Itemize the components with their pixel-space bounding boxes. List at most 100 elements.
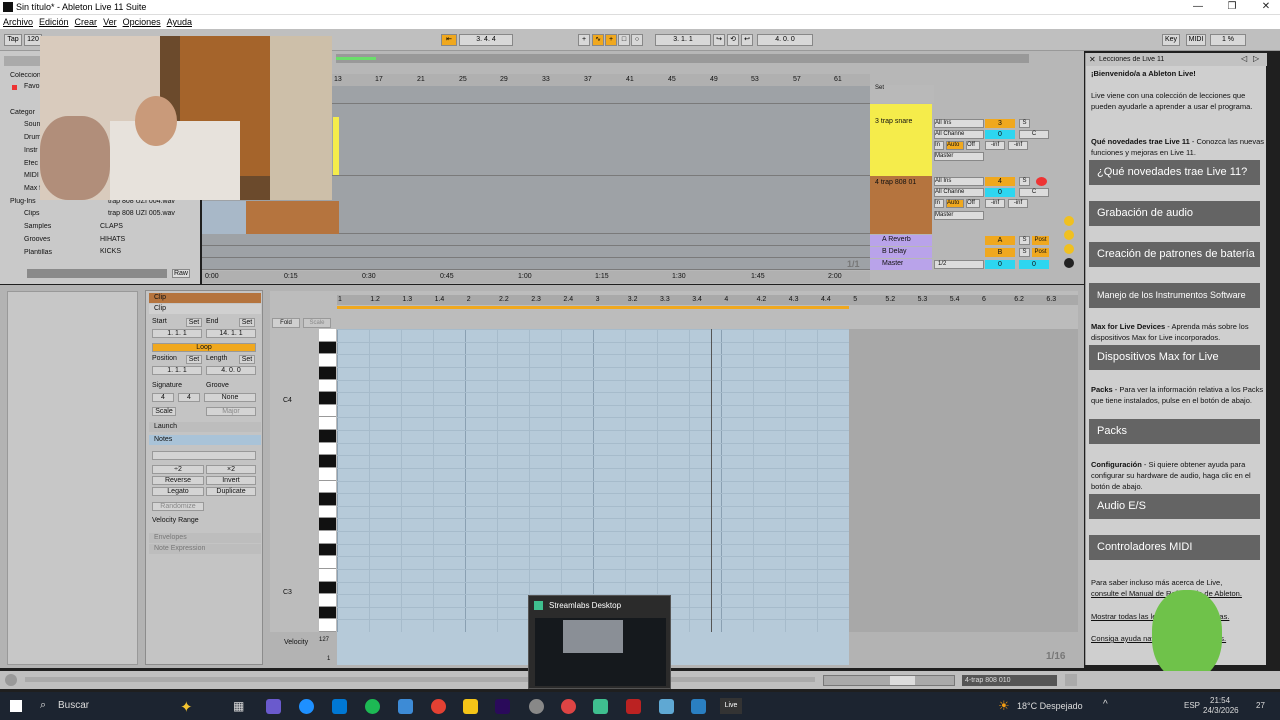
midi-controllers-button[interactable]: Controladores MIDI (1089, 535, 1260, 560)
fold-button[interactable]: Fold (272, 318, 300, 328)
chrome-icon[interactable] (431, 699, 446, 714)
audio-recording-button[interactable]: Grabación de audio (1089, 201, 1260, 226)
length-set-button[interactable]: Set (239, 355, 255, 364)
time-ruler[interactable]: 0:00 0:15 0:30 0:45 1:00 1:15 1:30 1:45 … (202, 271, 870, 283)
folder-item[interactable]: CLAPS (100, 223, 123, 230)
signature-numerator[interactable]: 4 (152, 393, 174, 402)
return-name[interactable]: A Reverb (882, 236, 911, 243)
follow-icon[interactable]: ⇤ (441, 34, 457, 46)
track-name[interactable]: 4 trap 808 01 (875, 179, 916, 186)
whats-new-button[interactable]: ¿Qué novedades trae Live 11? (1089, 160, 1260, 185)
position-field[interactable]: 1. 1. 1 (152, 366, 202, 375)
restore-icon[interactable]: ❐ (1222, 1, 1242, 13)
software-instruments-button[interactable]: Manejo de los Instrumentos Software (1089, 283, 1260, 308)
copilot-sparkle-icon[interactable]: ✦ (180, 698, 193, 716)
clips-item[interactable]: Clips (24, 210, 40, 217)
status-scroll[interactable] (25, 677, 815, 682)
loop-start-field[interactable]: 3. 1. 1 (655, 34, 711, 46)
mixer-toggle-icon[interactable] (1064, 258, 1074, 268)
position-set-button[interactable]: Set (186, 355, 202, 364)
piano-key[interactable] (319, 404, 336, 418)
piano-key[interactable] (319, 379, 336, 393)
close-icon[interactable]: ✕ (1256, 1, 1276, 13)
monitor-off-button[interactable]: Off (966, 141, 980, 150)
randomize-button[interactable]: Randomize (152, 502, 204, 511)
monitor-auto-button[interactable]: Auto (946, 199, 964, 208)
templates-item[interactable]: Plantillas (24, 249, 52, 256)
info-toggle-icon[interactable] (5, 674, 17, 686)
track-header-master[interactable]: Master (870, 259, 932, 270)
monitor-in-button[interactable]: In (934, 141, 944, 150)
piano-key[interactable] (319, 594, 336, 607)
piano-key[interactable] (319, 366, 336, 380)
double-length-button[interactable]: ×2 (206, 465, 256, 474)
piano-key[interactable] (319, 417, 336, 430)
browser-search-input[interactable] (4, 56, 40, 66)
scale-toggle[interactable]: Scale (303, 318, 331, 328)
add-icon[interactable]: + (578, 34, 590, 46)
close-lessons-icon[interactable]: ✕ (1089, 55, 1096, 64)
start-field[interactable]: 1. 1. 1 (152, 329, 202, 338)
end-field[interactable]: 14. 1. 1 (206, 329, 256, 338)
duplicate-button[interactable]: Duplicate (206, 487, 256, 496)
return-activator[interactable]: A (985, 236, 1015, 245)
windows-start-icon[interactable] (10, 700, 22, 712)
audio-io-button[interactable]: Audio E/S (1089, 494, 1260, 519)
drum-patterns-button[interactable]: Creación de patrones de batería (1089, 242, 1260, 267)
track-header-snare[interactable]: 3 trap snare (870, 104, 932, 176)
return-lane-reverb[interactable] (202, 234, 870, 246)
notification-count[interactable]: 27 (1256, 701, 1265, 710)
track-header-reverb[interactable]: A Reverb (870, 235, 932, 246)
notes-section[interactable]: Notes (149, 435, 261, 445)
piano-key[interactable] (319, 341, 336, 355)
solo-button[interactable]: S (1019, 248, 1030, 257)
max-for-live-button[interactable]: Dispositivos Max for Live (1089, 345, 1260, 370)
input-type-select[interactable]: All Ins (934, 177, 984, 186)
sounds-item[interactable]: Soun (24, 121, 40, 128)
note-expression-section[interactable]: Note Expression (149, 544, 261, 554)
loop-button[interactable]: Loop (152, 343, 256, 352)
selected-region[interactable] (202, 201, 246, 234)
piano-key[interactable] (319, 581, 336, 595)
track-activator[interactable]: 3 (985, 119, 1015, 128)
return-lane-delay[interactable] (202, 246, 870, 258)
arm-record-icon[interactable] (1036, 177, 1047, 186)
forward-icon[interactable]: ▷ (1253, 54, 1259, 63)
io-toggle-icon[interactable] (1064, 216, 1074, 226)
menu-crear[interactable]: Crear (72, 15, 101, 29)
midi-ruler[interactable]: 1 1.2 1.3 1.4 2 2.2 2.3 2.4 3 3.2 3.3 3.4 4 4.2 4.3 4.4… (337, 295, 1078, 305)
monitor-off-button[interactable]: Off (966, 199, 980, 208)
piano-key[interactable] (319, 392, 336, 405)
notes-pitch-field[interactable] (152, 451, 256, 460)
cue-out-select[interactable]: 1/2 (934, 260, 984, 269)
search-icon[interactable]: ⌕ (40, 699, 46, 712)
input-channel-select[interactable]: All Channe (934, 188, 984, 197)
preview-waveform[interactable] (27, 269, 167, 278)
weather-icon[interactable]: ☀ (998, 698, 1010, 714)
file-item[interactable]: trap 808 UZI 005.wav (108, 210, 175, 217)
edge-icon[interactable] (299, 699, 314, 714)
effects-item[interactable]: Efec (24, 160, 38, 167)
volume-field[interactable]: 0 (985, 130, 1015, 139)
piano-key[interactable] (319, 493, 336, 506)
output-select[interactable]: Master (934, 211, 984, 220)
master-volume[interactable]: 0 (985, 260, 1015, 269)
raw-button[interactable]: Raw (172, 269, 190, 278)
folder-item[interactable]: KICKS (100, 248, 121, 255)
streamlabs-preview-popup[interactable]: Streamlabs Desktop (528, 595, 671, 689)
minimize-icon[interactable]: — (1188, 1, 1208, 13)
remote-desktop-icon[interactable] (691, 699, 706, 714)
scale-button[interactable]: Scale (152, 407, 176, 416)
midi-effects-item[interactable]: MIDI (24, 172, 39, 179)
halve-length-button[interactable]: ÷2 (152, 465, 204, 474)
post-button[interactable]: Post (1032, 248, 1049, 257)
solo-button[interactable]: S (1019, 177, 1030, 186)
pan-field[interactable]: C (1019, 130, 1049, 139)
grooves-item[interactable]: Grooves (24, 236, 50, 243)
sends-toggle-icon[interactable] (1064, 230, 1074, 240)
automation-arm-icon[interactable]: ∿ (592, 34, 604, 46)
favorites-item[interactable]: Favo (24, 83, 40, 90)
piano-key[interactable] (319, 556, 336, 569)
end-set-button[interactable]: Set (239, 318, 255, 327)
device-drop-area[interactable] (7, 291, 138, 665)
